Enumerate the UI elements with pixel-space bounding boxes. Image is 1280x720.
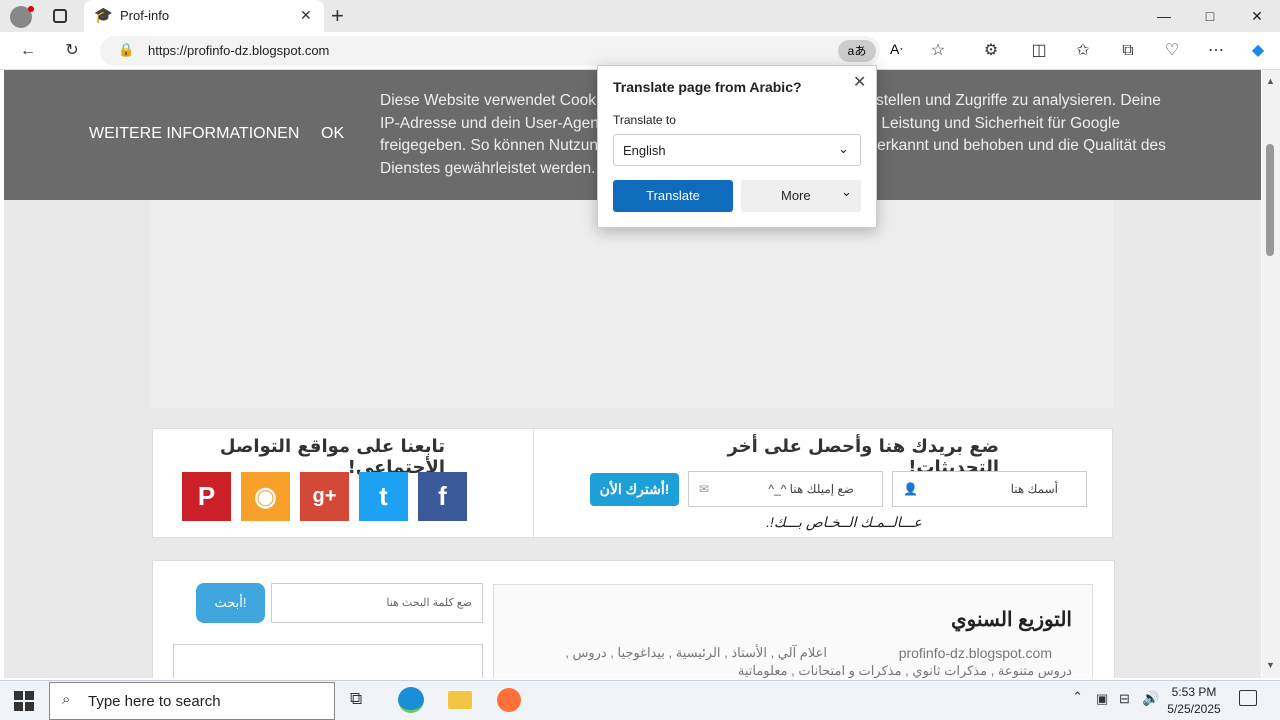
title-bar: 🎓 Prof-info ✕ + — □ ✕ <box>0 0 1280 32</box>
more-button-label: More <box>781 188 811 203</box>
chevron-down-icon: ⌄ <box>838 141 849 156</box>
sidebar-widget <box>173 644 483 678</box>
language-select[interactable]: English ⌄ <box>613 134 861 166</box>
scroll-down-icon[interactable]: ▼ <box>1266 660 1275 670</box>
more-button[interactable]: More ⌄ <box>741 180 861 212</box>
taskbar-search-text: Type here to search <box>88 693 221 710</box>
post-categories-2[interactable]: دروس متنوعة , مذكرات ثانوي , مذكرات و ام… <box>738 663 1072 678</box>
more-info-button[interactable]: WEITERE INFORMATIONEN <box>89 125 299 143</box>
search-icon: ⌕ <box>62 691 71 708</box>
post-title[interactable]: التوزيع السنوي <box>951 607 1072 632</box>
post-card: التوزيع السنوي profinfo-dz.blogspot.com … <box>493 584 1093 678</box>
task-view-icon[interactable]: ⧉ <box>350 689 362 709</box>
twitter-icon[interactable]: t <box>359 472 408 521</box>
browser-essentials-icon[interactable]: ♡ <box>1159 38 1185 64</box>
browser-tab[interactable]: 🎓 Prof-info ✕ <box>84 0 324 32</box>
google-plus-icon[interactable]: g+ <box>300 472 349 521</box>
minimize-button[interactable]: — <box>1141 0 1187 32</box>
tab-title: Prof-info <box>120 8 170 23</box>
more-options-icon[interactable]: ⋯ <box>1203 38 1229 64</box>
clock-time: 5:53 PM <box>1171 685 1217 699</box>
email-field[interactable]: ضع إميلك هنا ^_^ ✉ <box>688 471 883 507</box>
name-field-placeholder: أسمك هنا <box>1010 482 1058 496</box>
favorite-star-icon[interactable]: ☆ <box>925 38 951 64</box>
file-explorer-icon[interactable] <box>448 691 472 709</box>
translate-popup: Translate page from Arabic? ✕ Translate … <box>597 65 877 228</box>
ad-area <box>150 200 1113 408</box>
url-text: https://profinfo-dz.blogspot.com <box>148 43 330 58</box>
volume-icon[interactable]: 🔊 <box>1142 690 1159 707</box>
back-icon[interactable]: ← <box>15 38 41 64</box>
search-placeholder: ضع كلمة البحث هنا <box>386 597 472 609</box>
translate-title: Translate page from Arabic? <box>613 79 802 95</box>
refresh-icon[interactable]: ↻ <box>59 38 85 64</box>
edge-icon[interactable] <box>398 687 424 713</box>
vertical-scrollbar[interactable]: ▲ ▼ <box>1262 70 1280 678</box>
extensions-icon[interactable]: ⚙ <box>978 38 1004 64</box>
tray-chevron-up-icon[interactable]: ⌃ <box>1072 689 1083 705</box>
clock[interactable]: 5:53 PM 5/25/2025 <box>1160 684 1228 718</box>
favorites-icon[interactable]: ✩ <box>1070 38 1096 64</box>
post-categories-1[interactable]: اعلام آلي , الأستاذ , الرئيسية , بيداغوج… <box>565 645 827 661</box>
translate-icon[interactable]: aあ <box>838 40 876 62</box>
selected-language: English <box>623 143 666 158</box>
name-field[interactable]: أسمك هنا 👤 <box>892 471 1087 507</box>
post-author[interactable]: profinfo-dz.blogspot.com <box>899 645 1052 661</box>
taskbar: ⌕ Type here to search ⧉ ⌃ ▣ ⊟ 🔊 5:53 PM … <box>0 680 1280 720</box>
email-field-placeholder: ضع إميلك هنا ^_^ <box>768 482 854 496</box>
lock-icon[interactable]: 🔒 <box>118 42 134 58</box>
chevron-down-icon: ⌄ <box>841 184 852 199</box>
read-aloud-icon[interactable]: Aᐧ <box>890 41 903 58</box>
pinterest-icon[interactable]: P <box>182 472 231 521</box>
network-icon[interactable]: ⊟ <box>1119 691 1130 707</box>
graduation-cap-icon: 🎓 <box>94 7 113 24</box>
address-bar[interactable]: 🔒 https://profinfo-dz.blogspot.com aあ Aᐧ <box>100 36 903 66</box>
search-button[interactable]: أبحث! <box>196 583 265 623</box>
notifications-icon[interactable] <box>1239 690 1257 706</box>
new-tab-button[interactable]: + <box>331 3 344 29</box>
user-icon: 👤 <box>903 482 918 496</box>
windows-start-icon[interactable] <box>14 691 34 711</box>
search-input[interactable]: ضع كلمة البحث هنا <box>271 583 483 623</box>
tab-actions-icon[interactable] <box>53 9 67 23</box>
close-popup-icon[interactable]: ✕ <box>853 72 866 92</box>
translate-to-label: Translate to <box>613 113 676 127</box>
copilot-icon[interactable]: ◆ <box>1245 38 1271 64</box>
close-window-button[interactable]: ✕ <box>1234 0 1280 32</box>
taskbar-search[interactable]: ⌕ Type here to search <box>49 682 335 720</box>
rss-icon[interactable]: ◉ <box>241 472 290 521</box>
collections-icon[interactable]: ⧉ <box>1115 38 1141 64</box>
maximize-button[interactable]: □ <box>1187 0 1233 32</box>
scroll-thumb[interactable] <box>1266 144 1274 256</box>
subscribe-button[interactable]: أشترك الأن! <box>590 473 679 506</box>
tagline: عـــالــمـك الــخـاص بـــك!. <box>766 514 922 530</box>
clock-date: 5/25/2025 <box>1167 702 1221 716</box>
close-tab-icon[interactable]: ✕ <box>300 7 312 24</box>
firefox-icon[interactable] <box>497 688 521 712</box>
facebook-icon[interactable]: f <box>418 472 467 521</box>
notification-dot <box>28 6 34 12</box>
envelope-icon: ✉ <box>699 482 710 496</box>
ok-button[interactable]: OK <box>321 125 344 143</box>
device-icon[interactable]: ▣ <box>1096 691 1108 707</box>
split-screen-icon[interactable]: ◫ <box>1026 38 1052 64</box>
translate-button[interactable]: Translate <box>613 180 733 212</box>
scroll-up-icon[interactable]: ▲ <box>1266 76 1275 86</box>
